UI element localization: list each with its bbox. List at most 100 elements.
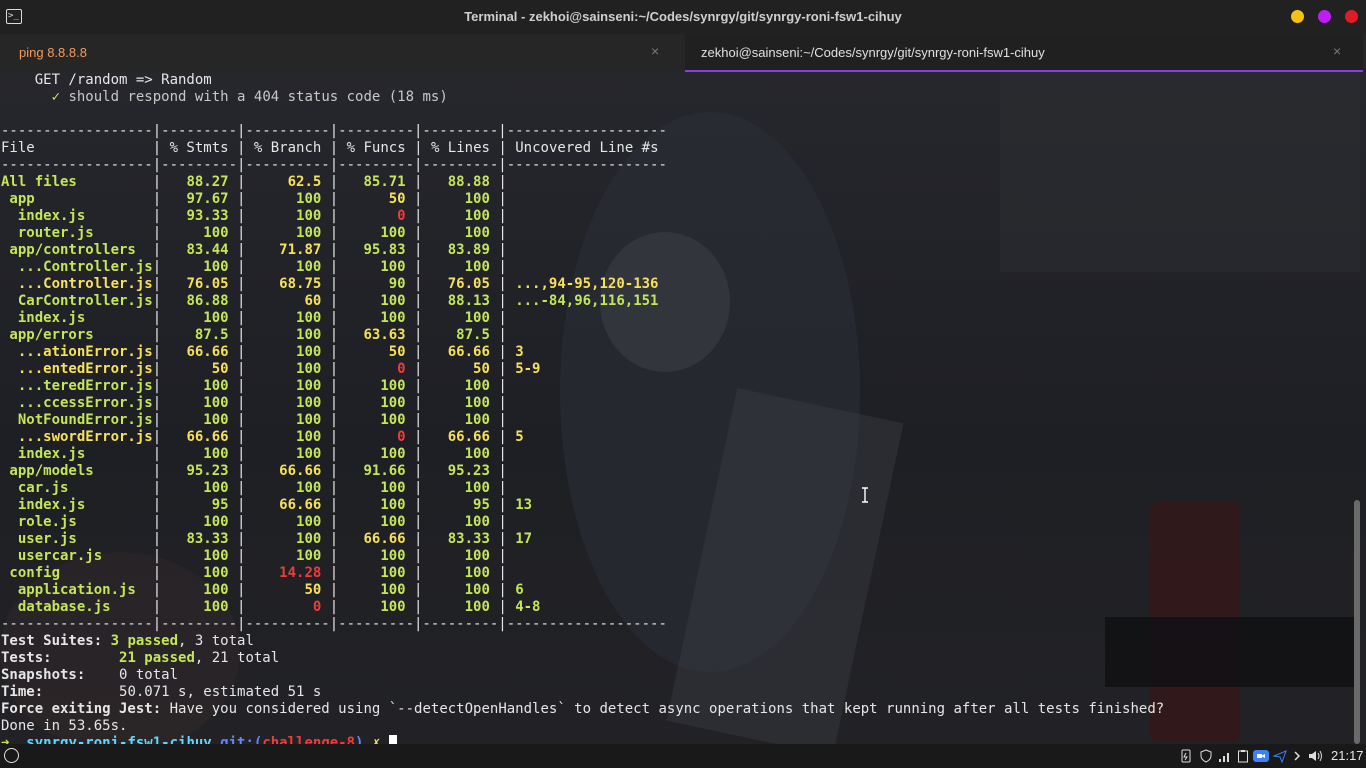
- cell-funcs: 100: [338, 225, 406, 241]
- cell-funcs: 100: [338, 395, 406, 411]
- shell-prompt[interactable]: ➜ synrgy-roni-fsw1-cihuy git:(challenge-…: [1, 735, 397, 744]
- cell-funcs: 100: [338, 565, 406, 581]
- window-title: Terminal - zekhoi@sainseni:~/Codes/synrg…: [464, 9, 902, 24]
- cell-uncovered: 4-8: [506, 599, 541, 615]
- cell-stmts: 100: [161, 565, 229, 581]
- cell-file: app/controllers: [1, 242, 153, 258]
- cell-uncovered: [507, 446, 515, 462]
- prompt-arrow-icon: ➜: [1, 735, 10, 744]
- minimize-button[interactable]: [1291, 10, 1304, 23]
- summary-snapshots: Snapshots: 0 total: [1, 667, 178, 684]
- clock[interactable]: 21:17: [1331, 748, 1364, 763]
- header-branch: % Branch: [253, 140, 322, 156]
- cell-branch: 60: [245, 293, 322, 309]
- cell-stmts: 100: [161, 582, 229, 598]
- cell-file: All files: [1, 174, 153, 190]
- force-exit-label: Force exiting Jest:: [1, 701, 162, 717]
- terminal-output[interactable]: GET /random => Random ✓ should respond w…: [0, 72, 1366, 744]
- video-icon[interactable]: [1253, 749, 1269, 763]
- cell-funcs: 100: [338, 412, 406, 428]
- cell-branch: 100: [245, 259, 322, 275]
- cell-uncovered: [507, 378, 515, 394]
- table-row: car.js | 100 | 100 | 100 | 100 |: [1, 480, 515, 497]
- cell-funcs: 90: [338, 276, 406, 292]
- cell-stmts: 100: [161, 599, 229, 615]
- header-lines: % Lines: [430, 140, 490, 156]
- summary-label: Test Suites:: [1, 633, 103, 649]
- cell-funcs: 50: [338, 191, 406, 207]
- cell-funcs: 50: [338, 344, 406, 360]
- maximize-button[interactable]: [1318, 10, 1331, 23]
- send-icon[interactable]: [1273, 749, 1287, 763]
- app-menu-icon[interactable]: [4, 748, 19, 763]
- close-icon[interactable]: ×: [651, 43, 659, 59]
- cell-funcs: 95.83: [338, 242, 406, 258]
- cell-branch: 66.66: [245, 463, 322, 479]
- cell-stmts: 76.05: [161, 276, 229, 292]
- volume-icon[interactable]: [1308, 749, 1324, 763]
- scrollbar[interactable]: [1354, 500, 1360, 744]
- cell-branch: 100: [245, 310, 322, 326]
- cell-uncovered: 6: [506, 582, 524, 598]
- shield-icon[interactable]: [1199, 749, 1213, 763]
- cell-stmts: 95.23: [161, 463, 229, 479]
- test-result-line: ✓ should respond with a 404 status code …: [1, 89, 448, 106]
- cell-uncovered: [507, 327, 515, 343]
- table-separator: ------------------|---------|----------|…: [1, 157, 667, 173]
- cell-uncovered: [507, 310, 515, 326]
- cell-stmts: 100: [161, 378, 229, 394]
- cell-branch: 100: [245, 208, 322, 224]
- cell-lines: 100: [422, 514, 490, 530]
- cell-lines: 88.88: [422, 174, 490, 190]
- test-result-text: should respond with a 404 status code (1…: [68, 89, 448, 105]
- cell-uncovered: [507, 174, 515, 190]
- cell-lines: 83.89: [422, 242, 490, 258]
- tab-bar: ping 8.8.8.8 × zekhoi@sainseni:~/Codes/s…: [0, 34, 1366, 72]
- window-titlebar[interactable]: >_ Terminal - zekhoi@sainseni:~/Codes/sy…: [0, 0, 1366, 34]
- header-stmts: % Stmts: [169, 140, 229, 156]
- table-row: app | 97.67 | 100 | 50 | 100 |: [1, 191, 515, 208]
- ibeam-cursor-icon: [862, 487, 868, 503]
- table-separator: ------------------|---------|----------|…: [1, 616, 667, 632]
- cell-uncovered: [507, 514, 515, 530]
- cell-lines: 95: [422, 497, 490, 513]
- cell-lines: 100: [422, 582, 490, 598]
- force-exit-text: Have you considered using `--detectOpenH…: [169, 701, 1165, 717]
- table-separator: ------------------|---------|----------|…: [1, 123, 667, 139]
- tab-project[interactable]: zekhoi@sainseni:~/Codes/synrgy/git/synrg…: [685, 34, 1363, 72]
- chevron-right-icon[interactable]: [1293, 749, 1301, 763]
- network-icon[interactable]: [1218, 749, 1232, 763]
- close-button[interactable]: [1345, 10, 1358, 23]
- cell-lines: 76.05: [422, 276, 490, 292]
- cell-file: index.js: [1, 310, 153, 326]
- battery-icon[interactable]: [1180, 749, 1192, 763]
- close-icon[interactable]: ×: [1333, 43, 1341, 59]
- cell-file: index.js: [1, 497, 153, 513]
- table-row: All files | 88.27 | 62.5 | 85.71 | 88.88…: [1, 174, 515, 191]
- table-row: app/models | 95.23 | 66.66 | 91.66 | 95.…: [1, 463, 515, 480]
- cell-branch: 100: [245, 446, 322, 462]
- cell-uncovered: 5: [506, 429, 524, 445]
- cell-funcs: 100: [338, 582, 406, 598]
- table-row: ...entedError.js| 50 | 100 | 0 | 50 | 5-…: [1, 361, 541, 377]
- cell-file: CarController.js: [1, 293, 153, 309]
- clipboard-icon[interactable]: [1237, 749, 1249, 763]
- cell-file: app/errors: [1, 327, 153, 343]
- cell-lines: 100: [422, 310, 490, 326]
- table-row: role.js | 100 | 100 | 100 | 100 |: [1, 514, 515, 531]
- cell-file: index.js: [1, 446, 153, 462]
- cell-uncovered: ...-84,96,116,151: [506, 293, 659, 309]
- cell-lines: 66.66: [422, 344, 490, 360]
- cell-lines: 100: [422, 208, 490, 224]
- cell-lines: 66.66: [422, 429, 490, 445]
- cell-stmts: 88.27: [161, 174, 229, 190]
- cell-funcs: 0: [338, 429, 406, 445]
- cell-funcs: 100: [338, 446, 406, 462]
- cell-uncovered: [507, 412, 515, 428]
- table-row: user.js | 83.33 | 100 | 66.66 | 83.33 | …: [1, 531, 533, 547]
- cell-lines: 100: [422, 259, 490, 275]
- tab-ping[interactable]: ping 8.8.8.8 ×: [0, 34, 684, 72]
- cell-lines: 87.5: [422, 327, 490, 343]
- cell-branch: 100: [245, 191, 322, 207]
- summary-time: Time: 50.071 s, estimated 51 s: [1, 684, 321, 701]
